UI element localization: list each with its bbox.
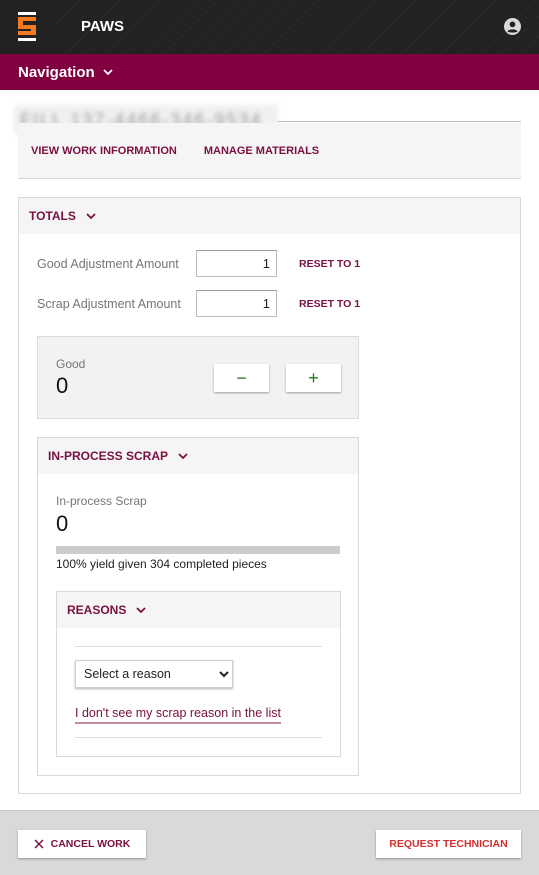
scrap-adjustment-row: Scrap Adjustment Amount RESET TO 1	[37, 290, 360, 317]
plus-icon: +	[308, 368, 319, 388]
action-tabs: VIEW WORK INFORMATION MANAGE MATERIALS	[18, 123, 521, 179]
scrap-reset-button[interactable]: RESET TO 1	[299, 298, 360, 310]
reasons-title: REASONS	[67, 603, 127, 617]
totals-panel: TOTALS Good Adjustment Amount RESET TO 1…	[18, 197, 521, 794]
footer-bar: CANCEL WORK REQUEST TECHNICIAN	[0, 810, 539, 875]
good-value: 0	[56, 373, 69, 398]
app-logo[interactable]	[0, 0, 53, 54]
divider	[75, 646, 322, 647]
s-logo-icon	[17, 12, 36, 41]
in-process-scrap-value: 0	[56, 511, 69, 536]
request-technician-button[interactable]: REQUEST TECHNICIAN	[376, 830, 521, 858]
in-process-scrap-title: IN-PROCESS SCRAP	[48, 449, 169, 463]
minus-icon: −	[236, 368, 247, 388]
yield-progress-bar	[56, 546, 340, 554]
request-technician-label: REQUEST TECHNICIAN	[389, 838, 508, 850]
cancel-work-button[interactable]: CANCEL WORK	[18, 830, 146, 858]
chevron-down-icon	[178, 452, 188, 459]
close-icon	[34, 839, 44, 849]
chevron-down-icon	[136, 606, 146, 613]
good-counter: Good 0 − +	[37, 336, 359, 419]
increment-good-button[interactable]: +	[286, 364, 341, 392]
good-adjustment-row: Good Adjustment Amount RESET TO 1	[37, 250, 360, 277]
reasons-header[interactable]: REASONS	[57, 592, 340, 628]
totals-title: TOTALS	[29, 209, 76, 223]
scrap-adjustment-input[interactable]	[196, 290, 277, 317]
account-circle-icon[interactable]	[504, 18, 521, 35]
divider	[75, 737, 322, 738]
good-reset-button[interactable]: RESET TO 1	[299, 258, 360, 270]
good-label: Good	[56, 357, 86, 371]
reasons-panel: REASONS Select a reason I don't see my s…	[56, 591, 341, 757]
missing-reason-link[interactable]: I don't see my scrap reason in the list	[75, 706, 281, 724]
scrap-reason-select[interactable]: Select a reason	[75, 660, 233, 688]
in-process-scrap-header[interactable]: IN-PROCESS SCRAP	[38, 438, 358, 474]
navigation-menu[interactable]: Navigation	[0, 54, 539, 90]
yield-progress-fill	[56, 546, 340, 554]
scrap-adjustment-label: Scrap Adjustment Amount	[37, 296, 181, 311]
chevron-down-icon	[86, 212, 96, 219]
decrement-good-button[interactable]: −	[214, 364, 269, 392]
cancel-work-label: CANCEL WORK	[50, 838, 131, 850]
in-process-scrap-label: In-process Scrap	[56, 494, 147, 508]
yield-text: 100% yield given 304 completed pieces	[56, 557, 267, 571]
navigation-label: Navigation	[18, 63, 95, 81]
good-adjustment-label: Good Adjustment Amount	[37, 256, 179, 271]
top-app-bar: PAWS	[0, 0, 539, 54]
good-adjustment-input[interactable]	[196, 250, 277, 277]
app-title: PAWS	[81, 18, 125, 35]
in-process-scrap-panel: IN-PROCESS SCRAP In-process Scrap 0 100%…	[37, 437, 359, 776]
chevron-down-icon	[103, 68, 113, 75]
totals-header[interactable]: TOTALS	[19, 198, 520, 234]
tab-view-work-information[interactable]: VIEW WORK INFORMATION	[31, 145, 177, 157]
tab-manage-materials[interactable]: MANAGE MATERIALS	[204, 145, 319, 157]
title-divider	[278, 121, 521, 122]
